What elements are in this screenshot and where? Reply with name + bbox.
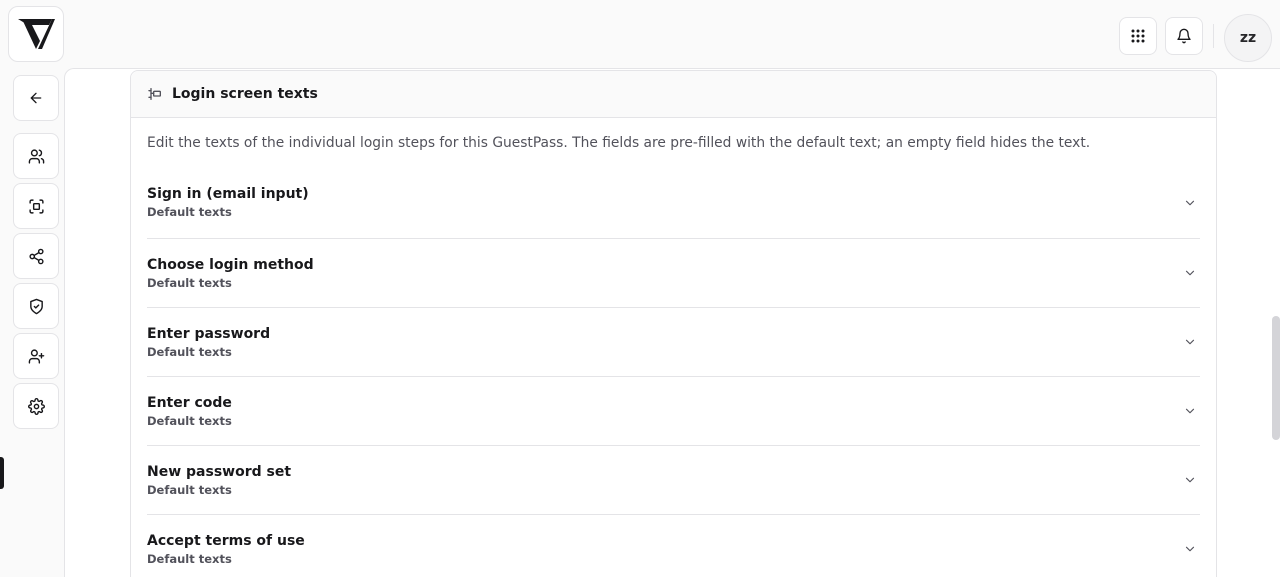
sidebar-item-share[interactable] [13,233,59,279]
accordion-list: Sign in (email input) Default texts Choo… [131,167,1216,577]
gear-icon [27,397,45,415]
accordion-subtitle: Default texts [147,551,232,566]
brand-logo[interactable] [8,6,64,62]
header-divider [1213,24,1214,48]
grid-icon [1131,29,1145,43]
top-bar: zz [0,0,1280,68]
accordion-accept-terms[interactable]: Accept terms of use Default texts [147,515,1200,577]
apps-grid-button[interactable] [1119,17,1157,55]
accordion-text: Enter password Default texts [147,326,270,359]
page-scrollbar[interactable] [1272,316,1280,440]
accordion-text: Enter code Default texts [147,395,232,428]
accordion-text: New password set Default texts [147,464,291,497]
active-indicator [0,457,4,489]
accordion-title: New password set [147,463,292,480]
bell-icon [1177,28,1191,44]
accordion-text: Choose login method Default texts [147,257,314,290]
user-plus-icon [28,348,44,364]
accordion-title: Sign in (email input) [147,186,309,202]
accordion-title: Enter code [147,394,232,411]
accordion-title: Accept terms of use [147,532,305,549]
chevron-down-icon[interactable] [1180,401,1200,421]
main-content: Login screen texts Edit the texts of the… [64,68,1280,577]
login-texts-card: Login screen texts Edit the texts of the… [130,70,1217,577]
accordion-choose-login-method[interactable]: Choose login method Default texts [147,239,1200,308]
card-header: Login screen texts [131,71,1216,118]
chevron-down-icon[interactable] [1180,539,1200,559]
accordion-new-password-set[interactable]: New password set Default texts [147,446,1200,515]
accordion-sign-in-email[interactable]: Sign in (email input) Default texts [147,167,1200,239]
user-avatar[interactable]: zz [1224,14,1272,62]
accordion-title: Choose login method [147,256,314,273]
users-icon [28,148,44,164]
signpost-icon [148,88,161,100]
card-description: Edit the texts of the individual login s… [147,135,1091,151]
scan-face-icon [28,198,44,214]
notifications-button[interactable] [1165,17,1203,55]
chevron-down-icon[interactable] [1180,332,1200,352]
accordion-subtitle: Default texts [147,482,232,497]
logo-mark [18,19,55,49]
sidebar-item-scan[interactable] [13,183,59,229]
top-actions: zz [1119,10,1272,62]
sidebar-item-settings[interactable] [13,383,59,429]
accordion-text: Sign in (email input) Default texts [147,186,309,219]
accordion-enter-password[interactable]: Enter password Default texts [147,308,1200,377]
sidebar-item-users[interactable] [13,133,59,179]
sidebar [0,68,64,577]
accordion-subtitle: Default texts [147,413,232,428]
chevron-down-icon[interactable] [1180,470,1200,490]
accordion-text: Accept terms of use Default texts [147,533,305,566]
chevron-down-icon[interactable] [1180,193,1200,213]
chevron-down-icon[interactable] [1180,263,1200,283]
sidebar-item-back[interactable] [13,75,59,121]
card-title: Login screen texts [172,86,318,102]
accordion-subtitle: Default texts [147,275,232,290]
shield-check-icon [29,298,43,314]
accordion-subtitle: Default texts [147,205,232,219]
accordion-enter-code[interactable]: Enter code Default texts [147,377,1200,446]
sidebar-item-invite[interactable] [13,333,59,379]
arrow-left-icon [30,92,42,104]
accordion-title: Enter password [147,325,271,342]
accordion-subtitle: Default texts [147,344,232,359]
sidebar-item-security[interactable] [13,283,59,329]
share-icon [28,248,44,264]
